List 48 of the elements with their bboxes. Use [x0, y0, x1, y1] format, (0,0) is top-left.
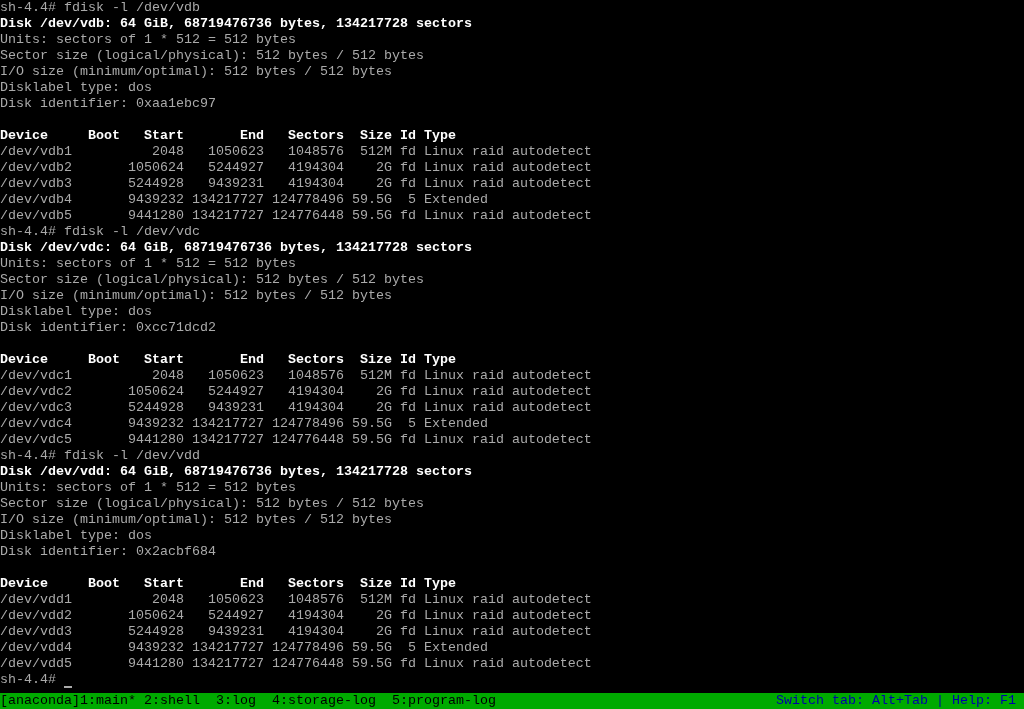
terminal-line: Disklabel type: dos: [0, 304, 152, 320]
terminal-line: /dev/vdd1 2048 1050623 1048576 512M fd Linux raid autodetect: [0, 592, 592, 608]
terminal-line: Units: sectors of 1 * 512 = 512 bytes: [0, 256, 296, 272]
terminal-line: Sector size (logical/physical): 512 bytes / 512 bytes: [0, 48, 424, 64]
terminal-line: Disklabel type: dos: [0, 528, 152, 544]
terminal-line: Disk identifier: 0x2acbf684: [0, 544, 216, 560]
terminal-line: /dev/vdb5 9441280 134217727 124776448 59.5G fd Linux raid autodetect: [0, 208, 592, 224]
terminal-line: Units: sectors of 1 * 512 = 512 bytes: [0, 480, 296, 496]
terminal-line: /dev/vdc5 9441280 134217727 124776448 59.5G fd Linux raid autodetect: [0, 432, 592, 448]
terminal-line: /dev/vdd4 9439232 134217727 124778496 59.5G 5 Extended: [0, 640, 488, 656]
terminal-line: Device Boot Start End Sectors Size Id Type: [0, 352, 456, 368]
terminal-line: /dev/vdd5 9441280 134217727 124776448 59.5G fd Linux raid autodetect: [0, 656, 592, 672]
terminal-line: /dev/vdc3 5244928 9439231 4194304 2G fd Linux raid autodetect: [0, 400, 592, 416]
terminal-line: /dev/vdb1 2048 1050623 1048576 512M fd Linux raid autodetect: [0, 144, 592, 160]
terminal-line: sh-4.4# fdisk -l /dev/vdd: [0, 448, 200, 464]
terminal-line: /dev/vdd3 5244928 9439231 4194304 2G fd Linux raid autodetect: [0, 624, 592, 640]
terminal-line: Device Boot Start End Sectors Size Id Type: [0, 128, 456, 144]
terminal-line: Sector size (logical/physical): 512 bytes / 512 bytes: [0, 496, 424, 512]
terminal-line: sh-4.4# fdisk -l /dev/vdc: [0, 224, 200, 240]
terminal-line: Disk /dev/vdc: 64 GiB, 68719476736 bytes, 134217728 sectors: [0, 240, 472, 256]
terminal-line: I/O size (minimum/optimal): 512 bytes / 512 bytes: [0, 288, 392, 304]
terminal-line: Disk identifier: 0xcc71dcd2: [0, 320, 216, 336]
window-tab[interactable]: 2:shell: [144, 693, 200, 709]
shell-prompt: sh-4.4#: [0, 672, 56, 688]
terminal-line: /dev/vdb4 9439232 134217727 124778496 59.5G 5 Extended: [0, 192, 488, 208]
terminal-line: /dev/vdb2 1050624 5244927 4194304 2G fd Linux raid autodetect: [0, 160, 592, 176]
terminal-line: /dev/vdc2 1050624 5244927 4194304 2G fd Linux raid autodetect: [0, 384, 592, 400]
terminal-line: I/O size (minimum/optimal): 512 bytes / 512 bytes: [0, 512, 392, 528]
terminal-line: Disk /dev/vdb: 64 GiB, 68719476736 bytes, 134217728 sectors: [0, 16, 472, 32]
terminal-line: Units: sectors of 1 * 512 = 512 bytes: [0, 32, 296, 48]
text-cursor: [64, 686, 72, 688]
window-tab[interactable]: 5:program-log: [391, 693, 496, 709]
terminal-line: /dev/vdd2 1050624 5244927 4194304 2G fd Linux raid autodetect: [0, 608, 592, 624]
terminal-line: Device Boot Start End Sectors Size Id Type: [0, 576, 456, 592]
terminal-line: Disklabel type: dos: [0, 80, 152, 96]
window-tab[interactable]: 4:storage-log: [272, 693, 376, 709]
keyboard-hint: Switch tab: Alt+Tab | Help: F1: [776, 693, 1016, 709]
terminal-line: Disk identifier: 0xaa1ebc97: [0, 96, 216, 112]
terminal-line: I/O size (minimum/optimal): 512 bytes / 512 bytes: [0, 64, 392, 80]
terminal-line: Disk /dev/vdd: 64 GiB, 68719476736 bytes, 134217728 sectors: [0, 464, 472, 480]
session-name: [anaconda]: [0, 693, 80, 709]
window-tab[interactable]: 3:log: [216, 693, 256, 709]
window-tab[interactable]: 1:main*: [80, 693, 136, 709]
terminal-line: /dev/vdb3 5244928 9439231 4194304 2G fd Linux raid autodetect: [0, 176, 592, 192]
terminal-line: Sector size (logical/physical): 512 bytes / 512 bytes: [0, 272, 424, 288]
terminal-line: sh-4.4# fdisk -l /dev/vdb: [0, 0, 200, 16]
terminal-line: /dev/vdc1 2048 1050623 1048576 512M fd Linux raid autodetect: [0, 368, 592, 384]
terminal-line: /dev/vdc4 9439232 134217727 124778496 59.5G 5 Extended: [0, 416, 488, 432]
